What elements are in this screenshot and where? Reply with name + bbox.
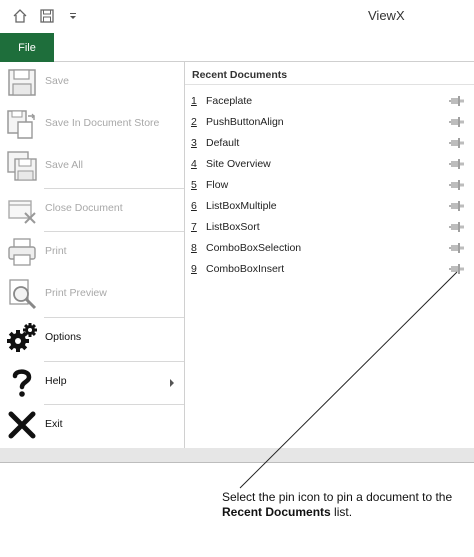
callout-suffix: list.	[334, 505, 353, 519]
callout-annotation: Select the pin icon to pin a document to…	[222, 490, 467, 520]
callout-leader-line	[239, 271, 458, 489]
callout-emphasis: Recent Documents	[222, 505, 331, 519]
callout-prefix: Select the pin icon to pin a document to…	[222, 490, 453, 504]
